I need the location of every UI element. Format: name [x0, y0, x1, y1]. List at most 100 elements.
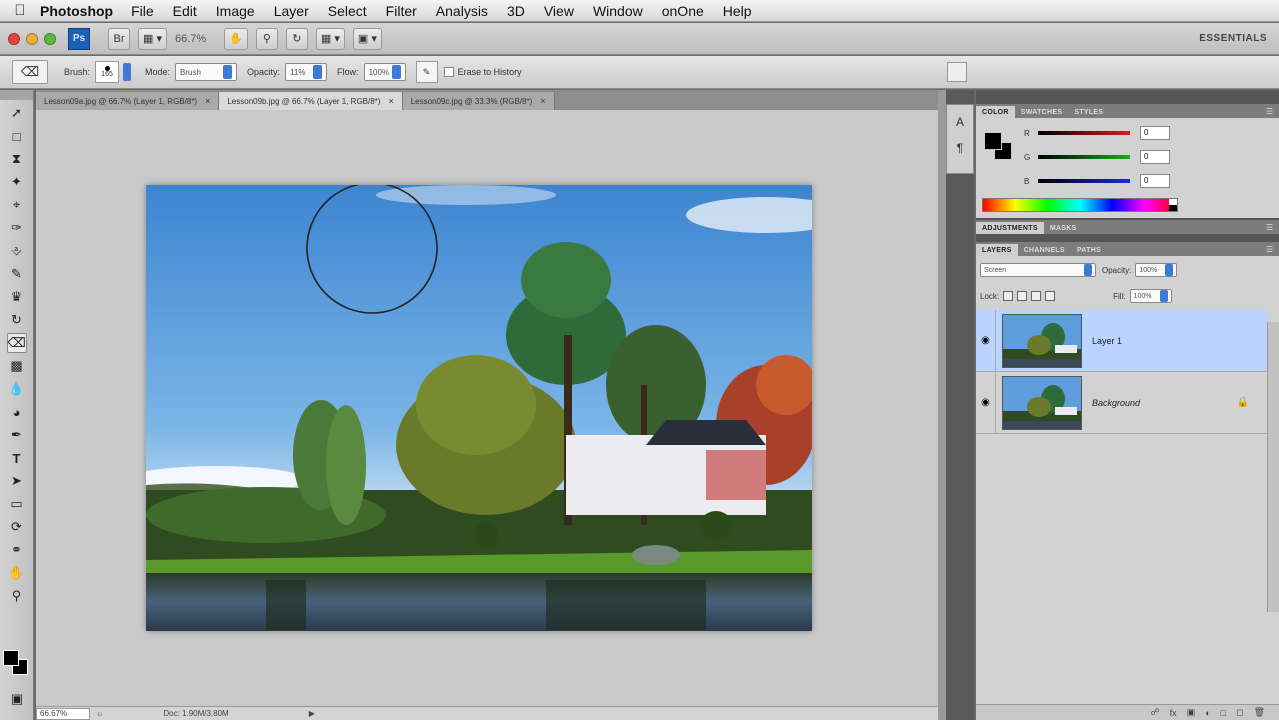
dodge-tool-icon[interactable]: ◕	[7, 402, 27, 422]
green-value-field[interactable]: 0	[1140, 150, 1170, 164]
canvas-scrollbar[interactable]	[938, 90, 946, 720]
slider-blue[interactable]: B 0	[1024, 174, 1224, 188]
panel-menu-icon[interactable]: ☰	[1266, 223, 1273, 232]
tool-preset-picker[interactable]: ⌫	[12, 60, 48, 84]
menu-help[interactable]: Help	[723, 3, 752, 19]
move-tool-icon[interactable]: ➚	[7, 103, 27, 123]
menu-window[interactable]: Window	[593, 3, 643, 19]
menu-file[interactable]: File	[131, 3, 154, 19]
photoshop-logo[interactable]: Ps	[68, 27, 90, 50]
layer-row-layer-1[interactable]: ◉ Layer 1	[976, 309, 1267, 372]
tab-lesson09a[interactable]: Lesson09a.jpg @ 66.7% (Layer 1, RGB/8*) ×	[36, 92, 220, 110]
opacity-field[interactable]: 11%	[285, 63, 328, 81]
airbrush-toggle[interactable]: ✎	[415, 61, 438, 83]
eraser-tool-icon[interactable]: ⌫	[6, 333, 27, 353]
status-menu-arrow-icon[interactable]: ▶	[309, 709, 315, 718]
menu-onone[interactable]: onOne	[662, 3, 704, 19]
tab-layers[interactable]: LAYERS	[976, 244, 1018, 256]
status-info-icon[interactable]: ☼	[96, 709, 103, 718]
arrange-documents-button[interactable]: ▦ ▾	[315, 27, 345, 50]
red-slider-track[interactable]	[1038, 131, 1130, 135]
tools-panel-grip[interactable]	[0, 90, 33, 100]
quick-mask-icon[interactable]: ▣	[7, 689, 27, 709]
menu-analysis[interactable]: Analysis	[436, 3, 488, 19]
lock-pixels-icon[interactable]	[1017, 291, 1028, 301]
quick-select-tool-icon[interactable]: ✦	[7, 172, 27, 192]
menu-edit[interactable]: Edit	[173, 3, 197, 19]
red-value-field[interactable]: 0	[1140, 126, 1170, 140]
clone-stamp-tool-icon[interactable]: ♛	[7, 287, 27, 307]
hand-tool-button[interactable]: ✋	[224, 27, 248, 50]
screen-mode-button[interactable]: ▣ ▾	[352, 27, 382, 50]
healing-brush-tool-icon[interactable]: ⎀	[7, 241, 27, 261]
hand-tool-icon[interactable]: ✋	[7, 563, 27, 583]
lock-position-icon[interactable]	[1031, 291, 1042, 301]
shape-tool-icon[interactable]: ▭	[7, 494, 27, 514]
blend-mode-select[interactable]: Screen	[980, 263, 1096, 277]
add-mask-icon[interactable]: ▣	[1187, 707, 1196, 718]
menu-image[interactable]: Image	[216, 3, 255, 19]
gradient-tool-icon[interactable]: ▩	[7, 356, 27, 376]
delete-layer-icon[interactable]: 🗑	[1254, 707, 1265, 718]
layer-row-background[interactable]: ◉ Background 🔒	[976, 371, 1267, 434]
panel-menu-icon[interactable]: ☰	[1266, 245, 1273, 254]
document-canvas[interactable]	[36, 110, 938, 706]
panel-menu-icon[interactable]: ☰	[1266, 107, 1273, 116]
brush-preset-picker[interactable]: 165	[95, 61, 120, 83]
color-spectrum-bar[interactable]	[982, 198, 1178, 212]
tab-swatches[interactable]: SWATCHES	[1015, 106, 1069, 118]
landscape-photo[interactable]	[146, 185, 812, 631]
mode-select[interactable]: Brush	[175, 63, 238, 81]
link-layers-icon[interactable]: ☍	[1151, 707, 1160, 718]
flow-field[interactable]: 100%	[363, 63, 406, 81]
menu-select[interactable]: Select	[328, 3, 367, 19]
tab-paths[interactable]: PATHS	[1071, 244, 1107, 256]
zoom-window-button[interactable]	[44, 32, 56, 45]
menu-3d[interactable]: 3D	[507, 3, 525, 19]
marquee-tool-icon[interactable]: □	[7, 126, 27, 146]
3d-rotate-tool-icon[interactable]: ⟳	[7, 517, 27, 537]
tab-channels[interactable]: CHANNELS	[1018, 244, 1071, 256]
pen-tool-icon[interactable]: ✒	[7, 425, 27, 445]
type-tool-icon[interactable]: T	[7, 448, 27, 468]
tab-adjustments[interactable]: ADJUSTMENTS	[976, 222, 1044, 234]
zoom-tool-icon[interactable]: ⚲	[7, 586, 27, 606]
slider-red[interactable]: R 0	[1024, 126, 1224, 140]
tab-masks[interactable]: MASKS	[1044, 222, 1083, 234]
close-window-button[interactable]	[8, 32, 20, 45]
visibility-eye-icon[interactable]: ◉	[976, 309, 996, 372]
tab-lesson09c[interactable]: Lesson09c.jpg @ 33.3% (RGB/8*) ×	[402, 92, 555, 110]
lock-transparency-icon[interactable]	[1003, 291, 1014, 301]
tab-styles[interactable]: STYLES	[1068, 106, 1109, 118]
minimize-window-button[interactable]	[26, 32, 38, 45]
visibility-eye-icon[interactable]: ◉	[976, 371, 996, 434]
close-tab-icon[interactable]: ×	[540, 96, 545, 106]
lasso-tool-icon[interactable]: ⧗	[7, 149, 27, 169]
tab-lesson09b[interactable]: Lesson09b.jpg @ 66.7% (Layer 1, RGB/8*) ×	[219, 92, 403, 110]
blur-tool-icon[interactable]: 💧	[7, 379, 27, 399]
eyedropper-tool-icon[interactable]: ✑	[7, 218, 27, 238]
color-panel-swatches[interactable]	[984, 132, 1016, 164]
foreground-color-swatch[interactable]	[984, 132, 1002, 150]
green-slider-track[interactable]	[1038, 155, 1130, 159]
character-panel-icon[interactable]: A	[951, 113, 969, 131]
foreground-color-swatch[interactable]	[3, 650, 19, 666]
layer-name[interactable]: Background	[1092, 398, 1140, 408]
new-group-icon[interactable]: □	[1221, 708, 1226, 718]
launch-bridge-button[interactable]: Br	[108, 27, 130, 50]
layer-style-icon[interactable]: fx	[1170, 708, 1177, 718]
adjustment-layer-icon[interactable]: ◐	[1205, 708, 1210, 718]
panel-toggle-button[interactable]	[947, 62, 967, 82]
layer-opacity-field[interactable]: 100%	[1135, 263, 1178, 277]
paragraph-panel-icon[interactable]: ¶	[951, 139, 969, 157]
layer-name[interactable]: Layer 1	[1092, 336, 1122, 346]
blue-value-field[interactable]: 0	[1140, 174, 1170, 188]
close-tab-icon[interactable]: ×	[205, 96, 210, 106]
status-zoom-field[interactable]: 66.67%	[36, 707, 90, 720]
brush-picker-arrow[interactable]	[123, 63, 132, 81]
zoom-tool-button[interactable]: ⚲	[255, 27, 278, 50]
layer-fill-field[interactable]: 100%	[1129, 289, 1172, 303]
layers-scrollbar[interactable]	[1267, 322, 1279, 612]
menu-filter[interactable]: Filter	[386, 3, 417, 19]
apple-icon[interactable]: 	[0, 2, 40, 19]
